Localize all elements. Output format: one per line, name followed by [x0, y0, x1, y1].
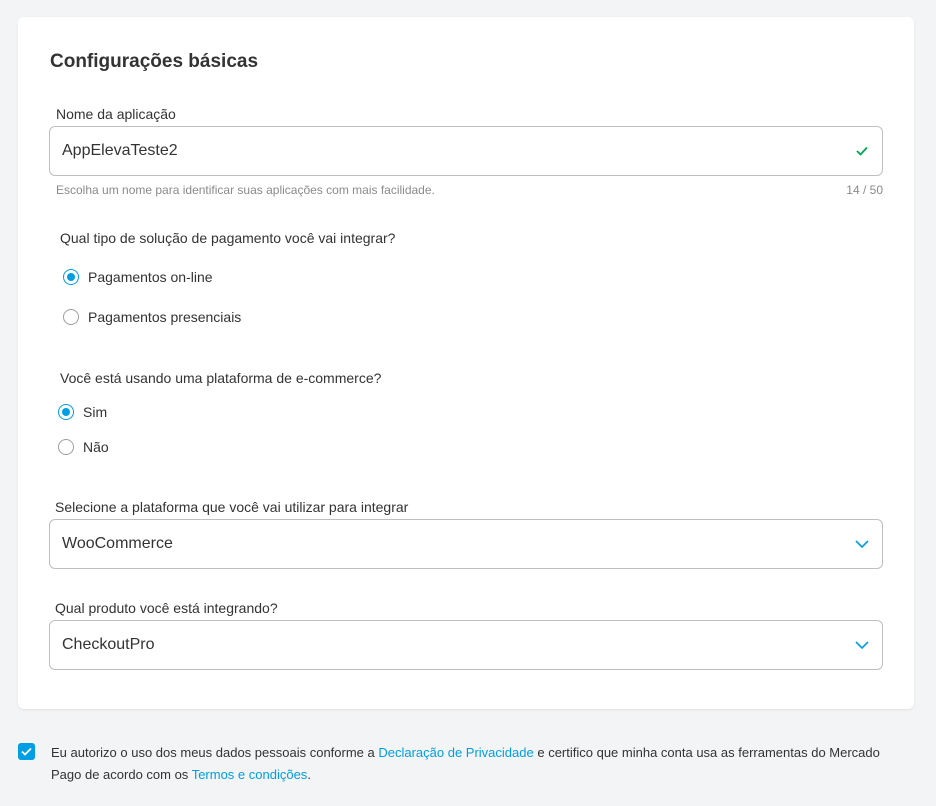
radio-label: Pagamentos on-line — [88, 269, 213, 285]
product-label: Qual produto você está integrando? — [55, 600, 278, 616]
app-name-helper: Escolha um nome para identificar suas ap… — [56, 183, 883, 197]
chevron-down-icon[interactable] — [854, 637, 870, 653]
app-name-input[interactable] — [62, 142, 854, 160]
radio-ecommerce-yes[interactable]: Sim — [58, 404, 107, 420]
radio-button-checked[interactable] — [63, 269, 79, 285]
terms-and-conditions-link[interactable]: Termos e condições — [192, 767, 308, 782]
radio-button[interactable] — [58, 439, 74, 455]
check-icon — [854, 143, 870, 159]
radio-button[interactable] — [63, 309, 79, 325]
card-title: Configurações básicas — [50, 51, 259, 72]
payment-type-question: Qual tipo de solução de pagamento você v… — [60, 230, 396, 246]
checkbox-checked-icon — [21, 747, 32, 756]
platform-selected-value: WooCommerce — [62, 535, 173, 552]
consent-text-part-3: . — [307, 767, 311, 782]
chevron-down-icon[interactable] — [854, 536, 870, 552]
app-name-char-counter: 14 / 50 — [846, 183, 883, 197]
app-name-field[interactable] — [49, 126, 883, 176]
platform-label: Selecione a plataforma que você vai util… — [55, 499, 409, 515]
consent-text: Eu autorizo o uso dos meus dados pessoai… — [51, 742, 901, 786]
radio-label: Não — [83, 439, 109, 455]
privacy-declaration-link[interactable]: Declaração de Privacidade — [378, 745, 533, 760]
radio-ecommerce-no[interactable]: Não — [58, 439, 109, 455]
platform-select[interactable]: WooCommerce — [49, 519, 883, 569]
consent-text-part-1: Eu autorizo o uso dos meus dados pessoai… — [51, 745, 379, 760]
radio-button-checked[interactable] — [58, 404, 74, 420]
app-name-label: Nome da aplicação — [56, 106, 176, 122]
radio-payments-online[interactable]: Pagamentos on-line — [63, 269, 213, 285]
ecommerce-question: Você está usando uma plataforma de e-com… — [60, 370, 382, 386]
product-selected-value: CheckoutPro — [62, 636, 155, 653]
radio-payments-in-person[interactable]: Pagamentos presenciais — [63, 309, 241, 325]
consent-checkbox[interactable] — [18, 743, 35, 760]
product-select[interactable]: CheckoutPro — [49, 620, 883, 670]
consent-row: Eu autorizo o uso dos meus dados pessoai… — [18, 742, 918, 786]
basic-settings-card: Configurações básicas Nome da aplicação … — [18, 17, 914, 709]
radio-label: Sim — [83, 404, 108, 420]
app-name-helper-text: Escolha um nome para identificar suas ap… — [56, 183, 435, 197]
radio-label: Pagamentos presenciais — [88, 309, 242, 325]
